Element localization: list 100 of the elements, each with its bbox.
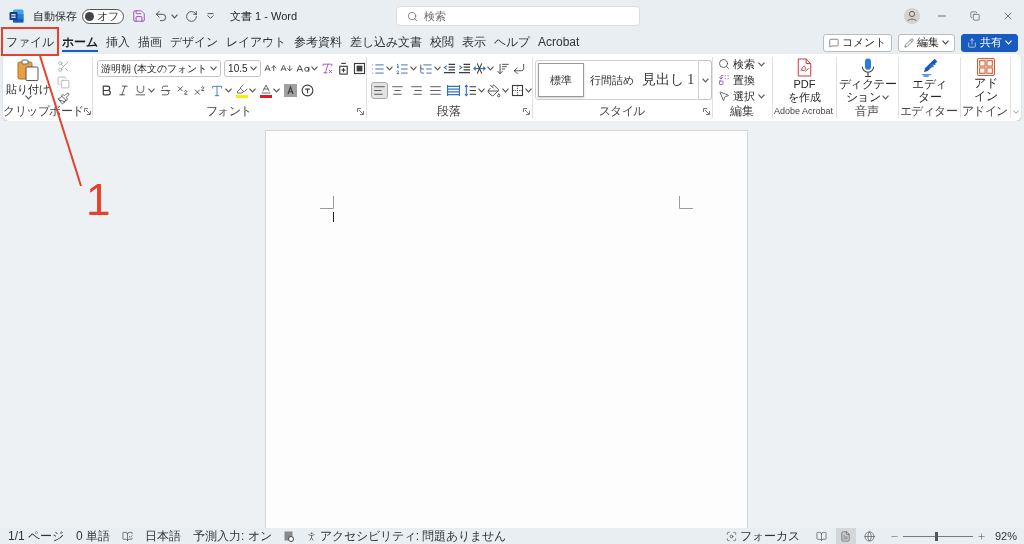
style-item[interactable]: 行間詰め	[586, 63, 638, 97]
paste-button[interactable]: 貼り付け	[6, 59, 50, 105]
avatar-icon[interactable]	[904, 8, 920, 24]
print-layout-button[interactable]	[835, 528, 856, 544]
search-field[interactable]: 検索	[396, 6, 640, 26]
word-count[interactable]: 0 単語	[76, 530, 111, 542]
page-count[interactable]: 1/1 ページ	[8, 530, 64, 542]
caret-icon[interactable]	[148, 88, 155, 93]
accessibility-status[interactable]: アクセシビリティ: 問題ありません	[305, 530, 507, 542]
caret-icon[interactable]	[477, 88, 485, 93]
ribbon-tab[interactable]: デザイン	[170, 33, 218, 52]
dialog-launcher-icon[interactable]	[523, 107, 530, 115]
clear-formatting-icon[interactable]	[320, 62, 334, 75]
caret-icon[interactable]	[501, 88, 509, 93]
editor-button[interactable]: エディ ター	[912, 58, 947, 104]
dialog-launcher-icon[interactable]	[703, 107, 710, 115]
add-ins-button[interactable]: アド イン	[974, 58, 997, 103]
ribbon-tab[interactable]: ファイル	[6, 33, 54, 52]
superscript-icon[interactable]	[193, 84, 206, 97]
zoom-level[interactable]: 92%	[994, 530, 1017, 542]
create-pdf-button[interactable]: PDF を作成	[788, 58, 821, 104]
select-button[interactable]: 選択	[718, 89, 772, 103]
ribbon-tab[interactable]: 参考資料	[294, 33, 342, 52]
crossed-arrows-icon[interactable]	[473, 62, 486, 75]
increase-indent-icon[interactable]	[458, 62, 471, 75]
dialog-launcher-icon[interactable]	[83, 107, 91, 115]
subscript-icon[interactable]	[176, 84, 189, 97]
character-shading-icon[interactable]	[284, 84, 297, 97]
paint-bucket-icon[interactable]	[486, 83, 501, 98]
caret-icon[interactable]	[210, 66, 218, 71]
ribbon-tab[interactable]: 校閲	[430, 33, 454, 52]
find-button[interactable]: 検索	[718, 57, 772, 71]
caret-icon[interactable]	[273, 88, 280, 93]
sort-icon[interactable]	[496, 61, 510, 76]
save-icon[interactable]	[132, 9, 146, 23]
dialog-launcher-icon[interactable]	[357, 107, 364, 115]
redo-icon[interactable]	[185, 9, 198, 23]
ribbon-tab[interactable]: ホーム	[62, 33, 98, 52]
language-status[interactable]: 日本語	[145, 530, 182, 542]
caret-icon[interactable]	[249, 66, 257, 71]
caret-icon[interactable]	[701, 77, 709, 83]
distributed-align-button[interactable]	[445, 82, 462, 99]
caret-icon[interactable]	[942, 40, 949, 45]
ribbon-tab[interactable]: Acrobat	[538, 33, 580, 52]
caret-icon[interactable]	[487, 66, 494, 71]
group-label: スタイル	[598, 105, 645, 117]
zoom-slider[interactable]	[902, 531, 973, 541]
decrease-indent-icon[interactable]	[443, 62, 456, 75]
font-color-icon[interactable]	[260, 83, 272, 98]
ribbon-tab[interactable]: 描画	[138, 33, 162, 52]
underline-icon[interactable]	[134, 84, 147, 97]
phonetic-guide-icon[interactable]	[336, 62, 350, 75]
caret-icon[interactable]	[882, 95, 890, 100]
caret-icon[interactable]	[758, 93, 765, 99]
return-arrow-icon[interactable]	[512, 61, 526, 76]
replace-button[interactable]: 置換	[718, 73, 772, 87]
undo-icon[interactable]	[154, 9, 168, 23]
style-item[interactable]: 標準	[538, 63, 584, 97]
caret-icon[interactable]	[171, 13, 178, 19]
borders-icon[interactable]	[510, 84, 524, 97]
caret-icon[interactable]	[249, 88, 256, 93]
caret-icon[interactable]	[225, 88, 232, 93]
style-item[interactable]: 見出し 1	[640, 63, 696, 97]
restore-icon[interactable]	[969, 11, 980, 21]
ribbon-tab[interactable]: レイアウト	[226, 33, 286, 52]
ribbon-tab[interactable]: 表示	[462, 33, 486, 52]
ribbon-tab[interactable]: 挿入	[106, 33, 130, 52]
ribbon-tab[interactable]: 差し込み文書	[350, 33, 422, 52]
text-prediction-status[interactable]: 予測入力: オン	[193, 530, 272, 542]
paintbrush-icon[interactable]	[57, 92, 70, 105]
caret-icon[interactable]	[524, 88, 532, 93]
share-button[interactable]: 共有	[961, 33, 1018, 52]
caret-icon[interactable]	[386, 66, 393, 71]
circled-character-icon[interactable]	[301, 84, 314, 97]
zoom-slider-thumb[interactable]	[935, 531, 939, 541]
book-check-icon[interactable]	[122, 530, 134, 542]
caret-icon[interactable]	[310, 66, 318, 71]
editing-mode-button[interactable]: 編集	[898, 33, 955, 52]
caret-icon[interactable]	[758, 61, 765, 67]
multilevel-list-icon[interactable]	[419, 61, 433, 76]
caret-icon[interactable]	[434, 66, 441, 71]
strikethrough-icon[interactable]	[159, 84, 172, 97]
autosave-toggle[interactable]: オフ	[82, 8, 124, 24]
highlight-color-icon[interactable]	[236, 83, 248, 98]
dictation-button[interactable]: ディクテー ション	[838, 58, 897, 104]
font-size-dropdown[interactable]: 10.5	[224, 60, 261, 77]
comment-button[interactable]: コメント	[823, 33, 892, 52]
ribbon-tab[interactable]: ヘルプ	[494, 33, 530, 52]
caret-icon[interactable]	[24, 95, 32, 100]
align-left-button[interactable]	[371, 82, 388, 99]
italic-icon[interactable]	[117, 84, 130, 97]
enclosed-character-icon[interactable]	[352, 62, 366, 75]
line-spacing-icon[interactable]	[463, 84, 477, 97]
customize-caret-icon[interactable]	[207, 13, 214, 19]
caret-icon[interactable]	[410, 66, 417, 71]
text-effects-icon[interactable]	[210, 83, 224, 98]
numbering-icon[interactable]	[395, 61, 409, 76]
font-name-dropdown[interactable]: 游明朝 (本文のフォント	[97, 60, 222, 77]
bold-icon[interactable]	[100, 84, 113, 97]
focus-button[interactable]: フォーカス	[725, 530, 800, 542]
